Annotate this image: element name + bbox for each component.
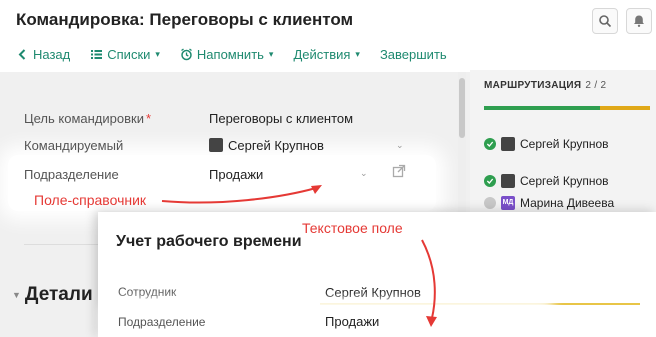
check-icon <box>484 138 496 150</box>
purpose-value: Переговоры с клиентом <box>209 111 354 126</box>
details-label: Детали <box>24 284 93 305</box>
alarm-clock-icon <box>181 47 192 60</box>
routing-item[interactable]: Сергей Крупнов <box>484 174 609 188</box>
required-marker-icon: * <box>145 111 152 126</box>
routing-title-row: МАРШРУТИЗАЦИЯ 2 / 2 <box>484 80 606 91</box>
pending-status-icon <box>484 197 496 209</box>
avatar <box>501 174 515 188</box>
employee-field-underline <box>320 303 640 305</box>
purpose-label: Цель командировки <box>24 111 144 126</box>
back-button[interactable]: Назад <box>16 47 70 62</box>
department-label: Подразделение <box>24 167 119 182</box>
triangle-down-icon: ▼ <box>12 290 21 300</box>
employee-label: Сотрудник <box>118 285 177 299</box>
routing-item-name: Сергей Крупнов <box>520 137 609 151</box>
remind-label: Напомнить <box>196 46 264 62</box>
department-value: Продажи <box>209 167 264 182</box>
routing-item[interactable]: Сергей Крупнов <box>484 137 609 151</box>
check-icon <box>484 175 496 187</box>
back-label: Назад <box>33 46 71 62</box>
list-icon <box>91 49 103 59</box>
routing-item[interactable]: МД Марина Дивеева <box>484 196 614 210</box>
remind-button[interactable]: Напомнить ▾ <box>180 46 274 62</box>
avatar <box>501 137 515 151</box>
page-title: Командировка: Переговоры с клиентом <box>16 10 354 29</box>
chevron-down-icon: ⌄ <box>360 168 368 178</box>
routing-progress-done <box>484 106 600 110</box>
app-window: Командировка: Переговоры с клиентом Наза… <box>0 0 656 337</box>
card-title: Учет рабочего времени <box>116 233 302 250</box>
routing-item-name: Марина Дивеева <box>520 196 615 210</box>
details-section-toggle[interactable]: ▼ Детали <box>12 284 93 306</box>
card-department-value[interactable]: Продажи <box>325 314 379 329</box>
annotation-reference-field: Поле-справочник <box>34 192 147 208</box>
chevron-left-icon <box>18 48 26 60</box>
divider <box>24 244 104 245</box>
traveler-label: Командируемый <box>24 138 124 153</box>
bell-icon <box>634 15 644 27</box>
lists-label: Списки <box>107 46 151 62</box>
traveler-value-wrap: Сергей Крупнов <box>209 138 324 153</box>
avatar: МД <box>501 196 515 210</box>
lists-button[interactable]: Списки ▾ <box>90 47 160 62</box>
card-department-label: Подразделение <box>118 315 206 329</box>
routing-item-name: Сергей Крупнов <box>520 174 609 188</box>
notifications-button[interactable] <box>626 8 652 34</box>
routing-count: 2 / 2 <box>585 80 607 91</box>
chevron-down-icon: ▾ <box>355 48 360 59</box>
finish-button[interactable]: Завершить <box>380 47 447 62</box>
chevron-down-icon: ▾ <box>268 48 274 59</box>
annotation-text-field: Текстовое поле <box>302 220 403 236</box>
chevron-down-icon: ⌄ <box>396 140 404 150</box>
search-icon <box>599 15 612 28</box>
finish-label: Завершить <box>379 46 447 62</box>
scrollbar-thumb[interactable] <box>459 78 465 138</box>
traveler-value: Сергей Крупнов <box>228 138 324 153</box>
routing-progress-pending <box>600 106 650 110</box>
search-button[interactable] <box>592 8 618 34</box>
employee-value[interactable]: Сергей Крупнов <box>325 285 421 300</box>
avatar <box>209 138 223 152</box>
chevron-down-icon: ▾ <box>155 48 160 59</box>
actions-button[interactable]: Действия ▾ <box>293 47 360 62</box>
external-link-icon[interactable] <box>392 164 406 178</box>
routing-title: МАРШРУТИЗАЦИЯ <box>484 80 582 91</box>
actions-label: Действия <box>293 46 351 62</box>
field-label: Цель командировки * <box>24 111 151 126</box>
toolbar: Назад Списки ▾ Напомнить ▾ Действия ▾ За… <box>16 44 467 64</box>
